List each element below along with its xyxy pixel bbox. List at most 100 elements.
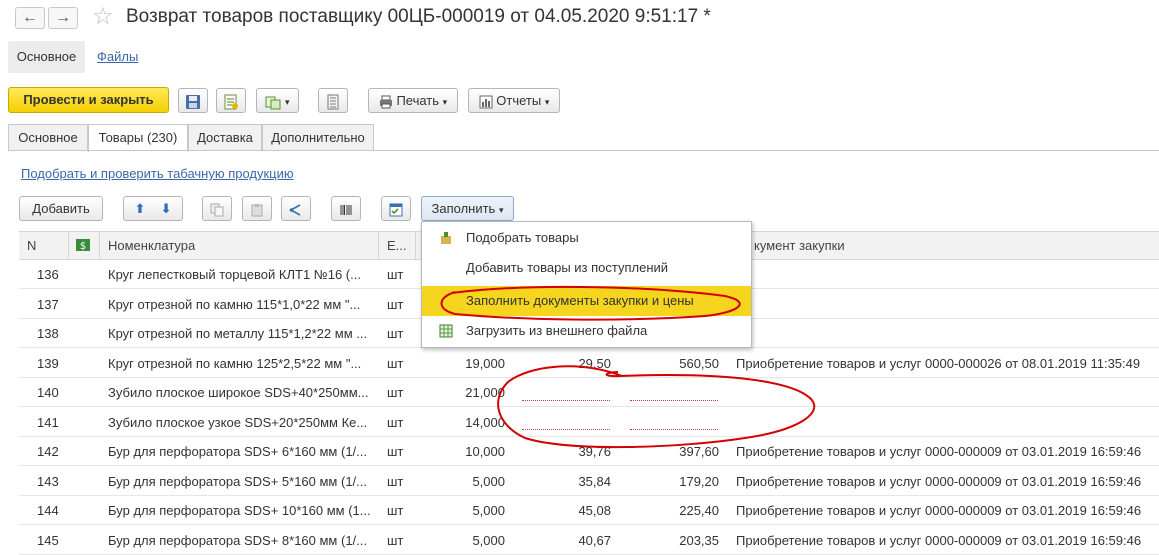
forward-button[interactable]: →: [48, 7, 78, 29]
menu-item-label: Добавить товары из поступлений: [466, 260, 669, 275]
tabs-divider: [8, 150, 1159, 151]
cell-price: 35,84: [578, 473, 611, 489]
menu-item-load-external-file[interactable]: Загрузить из внешнего файла: [422, 316, 751, 346]
tab-delivery[interactable]: Доставка: [188, 124, 262, 151]
back-button[interactable]: ←: [15, 7, 45, 29]
arrow-up-icon[interactable]: ⬆: [134, 201, 145, 216]
paste-icon: [251, 203, 263, 217]
chevron-down-icon: ▾: [442, 97, 448, 107]
cell-doc: Приобретение товаров и услуг 0000-000009…: [736, 473, 1142, 489]
chevron-down-icon: ▾: [285, 97, 290, 107]
check-button[interactable]: [381, 196, 411, 221]
barcode-button[interactable]: [331, 196, 361, 221]
cell-n: 144: [37, 503, 59, 518]
cell-qty: 14,000: [465, 414, 505, 430]
svg-text:$: $: [80, 241, 86, 252]
window-title: Возврат товаров поставщику 00ЦБ-000019 о…: [126, 6, 711, 27]
tab-goods[interactable]: Товары (230): [88, 124, 188, 152]
empty-price-marker: [522, 400, 610, 401]
header-unit[interactable]: Е...: [387, 238, 407, 253]
column-divider: [99, 231, 100, 260]
cell-unit: шт: [387, 385, 404, 400]
chevron-down-icon: ▾: [544, 97, 550, 107]
printer-icon: [379, 95, 392, 109]
header-n[interactable]: N: [27, 238, 36, 253]
fill-dropdown-menu: Подобрать товары Добавить товары из пост…: [421, 221, 752, 348]
select-goods-icon: [441, 232, 451, 244]
cell-unit: шт: [387, 473, 404, 489]
cell-unit: шт: [387, 532, 404, 548]
table-row[interactable]: 139 Круг отрезной по камню 125*2,5*22 мм …: [19, 349, 1159, 378]
menu-item-fill-purchase-docs[interactable]: Заполнить документы закупки и цены: [422, 286, 751, 316]
excise-icon: $: [75, 237, 91, 256]
cell-qty: 5,000: [472, 473, 505, 489]
floppy-disk-icon: [186, 94, 200, 109]
cell-unit: шт: [387, 326, 404, 341]
table-row[interactable]: 140 Зубило плоское широкое SDS+40*250мм..…: [19, 378, 1159, 407]
header-doc[interactable]: кумент закупки: [754, 238, 845, 253]
cell-n: 136: [37, 267, 59, 282]
structure-button[interactable]: [318, 88, 348, 113]
tab-main-top[interactable]: Основное: [8, 41, 85, 73]
header-item[interactable]: Номенклатура: [108, 238, 195, 253]
menu-item-add-from-receipts[interactable]: Добавить товары из поступлений: [422, 253, 751, 283]
copy-button[interactable]: [202, 196, 232, 221]
tobacco-products-link[interactable]: Подобрать и проверить табачную продукцию: [21, 166, 294, 181]
reports-button[interactable]: Отчеты ▾: [468, 88, 560, 113]
table-row[interactable]: 144 Бур для перфоратора SDS+ 10*160 мм (1…: [19, 496, 1159, 525]
cell-qty: 19,000: [465, 355, 505, 371]
cell-qty: 5,000: [472, 503, 505, 518]
post-and-close-button[interactable]: Провести и закрыть: [8, 87, 169, 113]
cell-sum: 225,40: [679, 503, 719, 518]
cell-qty: 5,000: [472, 532, 505, 548]
cell-item: Бур для перфоратора SDS+ 5*160 мм (1/...: [108, 473, 367, 489]
cell-item: Зубило плоское широкое SDS+40*250мм...: [108, 385, 369, 400]
add-button[interactable]: Добавить: [19, 196, 103, 221]
menu-item-select-goods[interactable]: Подобрать товары: [422, 223, 751, 253]
cell-unit: шт: [387, 444, 404, 459]
table-row[interactable]: 145 Бур для перфоратора SDS+ 8*160 мм (1/…: [19, 526, 1159, 555]
tab-files-link[interactable]: Файлы: [97, 49, 138, 64]
cell-n: 137: [37, 296, 59, 312]
post-document-button[interactable]: [216, 88, 246, 113]
cell-qty: 21,000: [465, 385, 505, 400]
fill-button[interactable]: Заполнить ▾: [421, 196, 514, 221]
empty-sum-marker: [630, 429, 718, 430]
cell-price: 40,67: [578, 532, 611, 548]
cell-unit: шт: [387, 355, 404, 371]
empty-price-marker: [522, 429, 610, 430]
column-divider: [378, 231, 379, 260]
cell-sum: 203,35: [679, 532, 719, 548]
tab-additional[interactable]: Дополнительно: [262, 124, 374, 151]
menu-item-label: Загрузить из внешнего файла: [466, 323, 648, 338]
split-icon: [289, 203, 301, 216]
cell-price: 29,50: [578, 355, 611, 371]
table-row[interactable]: 141 Зубило плоское узкое SDS+20*250мм Ке.…: [19, 408, 1159, 437]
empty-sum-marker: [630, 400, 718, 401]
cell-n: 138: [37, 326, 59, 341]
move-buttons[interactable]: ⬆ ⬇: [123, 196, 183, 221]
reports-icon: [479, 95, 493, 109]
table-row[interactable]: 142 Бур для перфоратора SDS+ 6*160 мм (1/…: [19, 437, 1159, 466]
table-row[interactable]: 143 Бур для перфоратора SDS+ 5*160 мм (1/…: [19, 467, 1159, 496]
paste-button[interactable]: [242, 196, 272, 221]
cell-unit: шт: [387, 267, 404, 282]
menu-item-label: Подобрать товары: [466, 230, 579, 245]
copy-icon: [210, 203, 224, 217]
cell-doc: Приобретение товаров и услуг 0000-000026…: [736, 355, 1141, 371]
cell-sum: 397,60: [679, 444, 719, 459]
cell-n: 141: [37, 414, 59, 430]
tab-main[interactable]: Основное: [8, 124, 88, 151]
cell-n: 143: [37, 473, 59, 489]
cell-unit: шт: [387, 414, 404, 430]
column-divider: [415, 231, 416, 260]
split-line-button[interactable]: [281, 196, 311, 221]
favorite-star-icon[interactable]: ☆: [92, 4, 114, 30]
print-button[interactable]: Печать ▾: [368, 88, 458, 113]
save-button[interactable]: [178, 88, 208, 113]
create-based-on-button[interactable]: ▾: [256, 88, 299, 113]
cell-doc: Приобретение товаров и услуг 0000-000009…: [736, 532, 1142, 548]
arrow-down-icon[interactable]: ⬇: [161, 201, 172, 216]
cell-price: 45,08: [578, 503, 611, 518]
cell-item: Круг отрезной по камню 125*2,5*22 мм "..…: [108, 355, 362, 371]
